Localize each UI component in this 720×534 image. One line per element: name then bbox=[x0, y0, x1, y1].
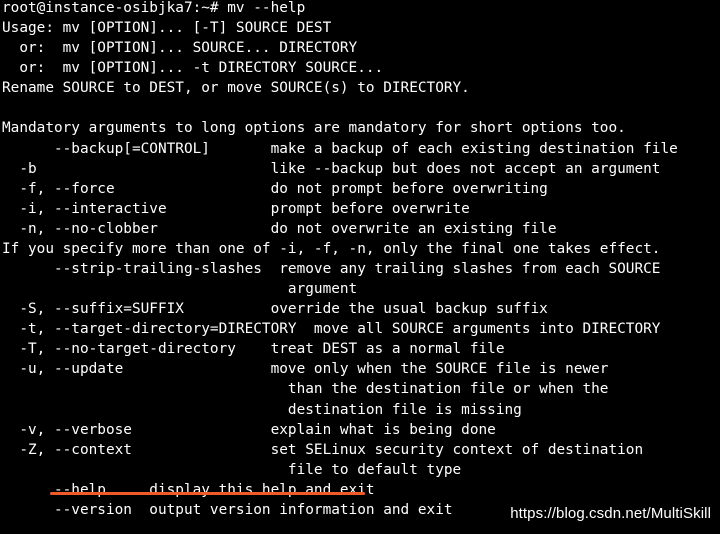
terminal-line-update-cont1: than the destination file or when the bbox=[2, 381, 609, 398]
terminal-line-verbose: -v, --verbose explain what is being done bbox=[2, 421, 496, 438]
terminal-line-usage-alt2: or: mv [OPTION]... -t DIRECTORY SOURCE..… bbox=[2, 60, 384, 77]
terminal-line-prompt: root@instance-osibjka7:~# mv --help bbox=[2, 0, 306, 16]
terminal-line-usage: Usage: mv [OPTION]... [-T] SOURCE DEST bbox=[2, 20, 332, 37]
terminal-line-usage-alt1: or: mv [OPTION]... SOURCE... DIRECTORY bbox=[2, 40, 358, 57]
watermark-url: https://blog.csdn.net/MultiSkill bbox=[510, 505, 711, 522]
terminal-line-specify-note: If you specify more than one of -i, -f, … bbox=[2, 240, 661, 257]
terminal-line-strip-trailing: --strip-trailing-slashes remove any trai… bbox=[2, 261, 661, 278]
terminal-line-no-clobber: -n, --no-clobber do not overwrite an exi… bbox=[2, 220, 557, 237]
terminal-line-target-directory: -t, --target-directory=DIRECTORY move al… bbox=[2, 321, 661, 338]
terminal-line-strip-trailing-cont: argument bbox=[2, 281, 358, 298]
help-line-underline bbox=[50, 492, 365, 495]
terminal-line-no-target-directory: -T, --no-target-directory treat DEST as … bbox=[2, 341, 505, 358]
terminal-line-suffix: -S, --suffix=SUFFIX override the usual b… bbox=[2, 301, 548, 318]
terminal-line-help: --help display this help and exit bbox=[2, 481, 375, 498]
terminal-window[interactable]: root@instance-osibjka7:~# mv --help Usage… bbox=[0, 0, 720, 534]
terminal-line-update-cont2: destination file is missing bbox=[2, 401, 522, 418]
terminal-output: root@instance-osibjka7:~# mv --help Usage… bbox=[2, 0, 678, 520]
terminal-line-force: -f, --force do not prompt before overwri… bbox=[2, 180, 548, 197]
terminal-line-b: -b like --backup but does not accept an … bbox=[2, 160, 661, 177]
terminal-line-description: Rename SOURCE to DEST, or move SOURCE(s)… bbox=[2, 80, 470, 97]
terminal-line-context: -Z, --context set SELinux security conte… bbox=[2, 441, 644, 458]
terminal-line-mandatory: Mandatory arguments to long options are … bbox=[2, 120, 626, 137]
terminal-line-backup: --backup[=CONTROL] make a backup of each… bbox=[2, 140, 678, 157]
terminal-line-context-cont: file to default type bbox=[2, 461, 462, 478]
terminal-line-interactive: -i, --interactive prompt before overwrit… bbox=[2, 200, 470, 217]
terminal-line-update: -u, --update move only when the SOURCE f… bbox=[2, 361, 609, 378]
